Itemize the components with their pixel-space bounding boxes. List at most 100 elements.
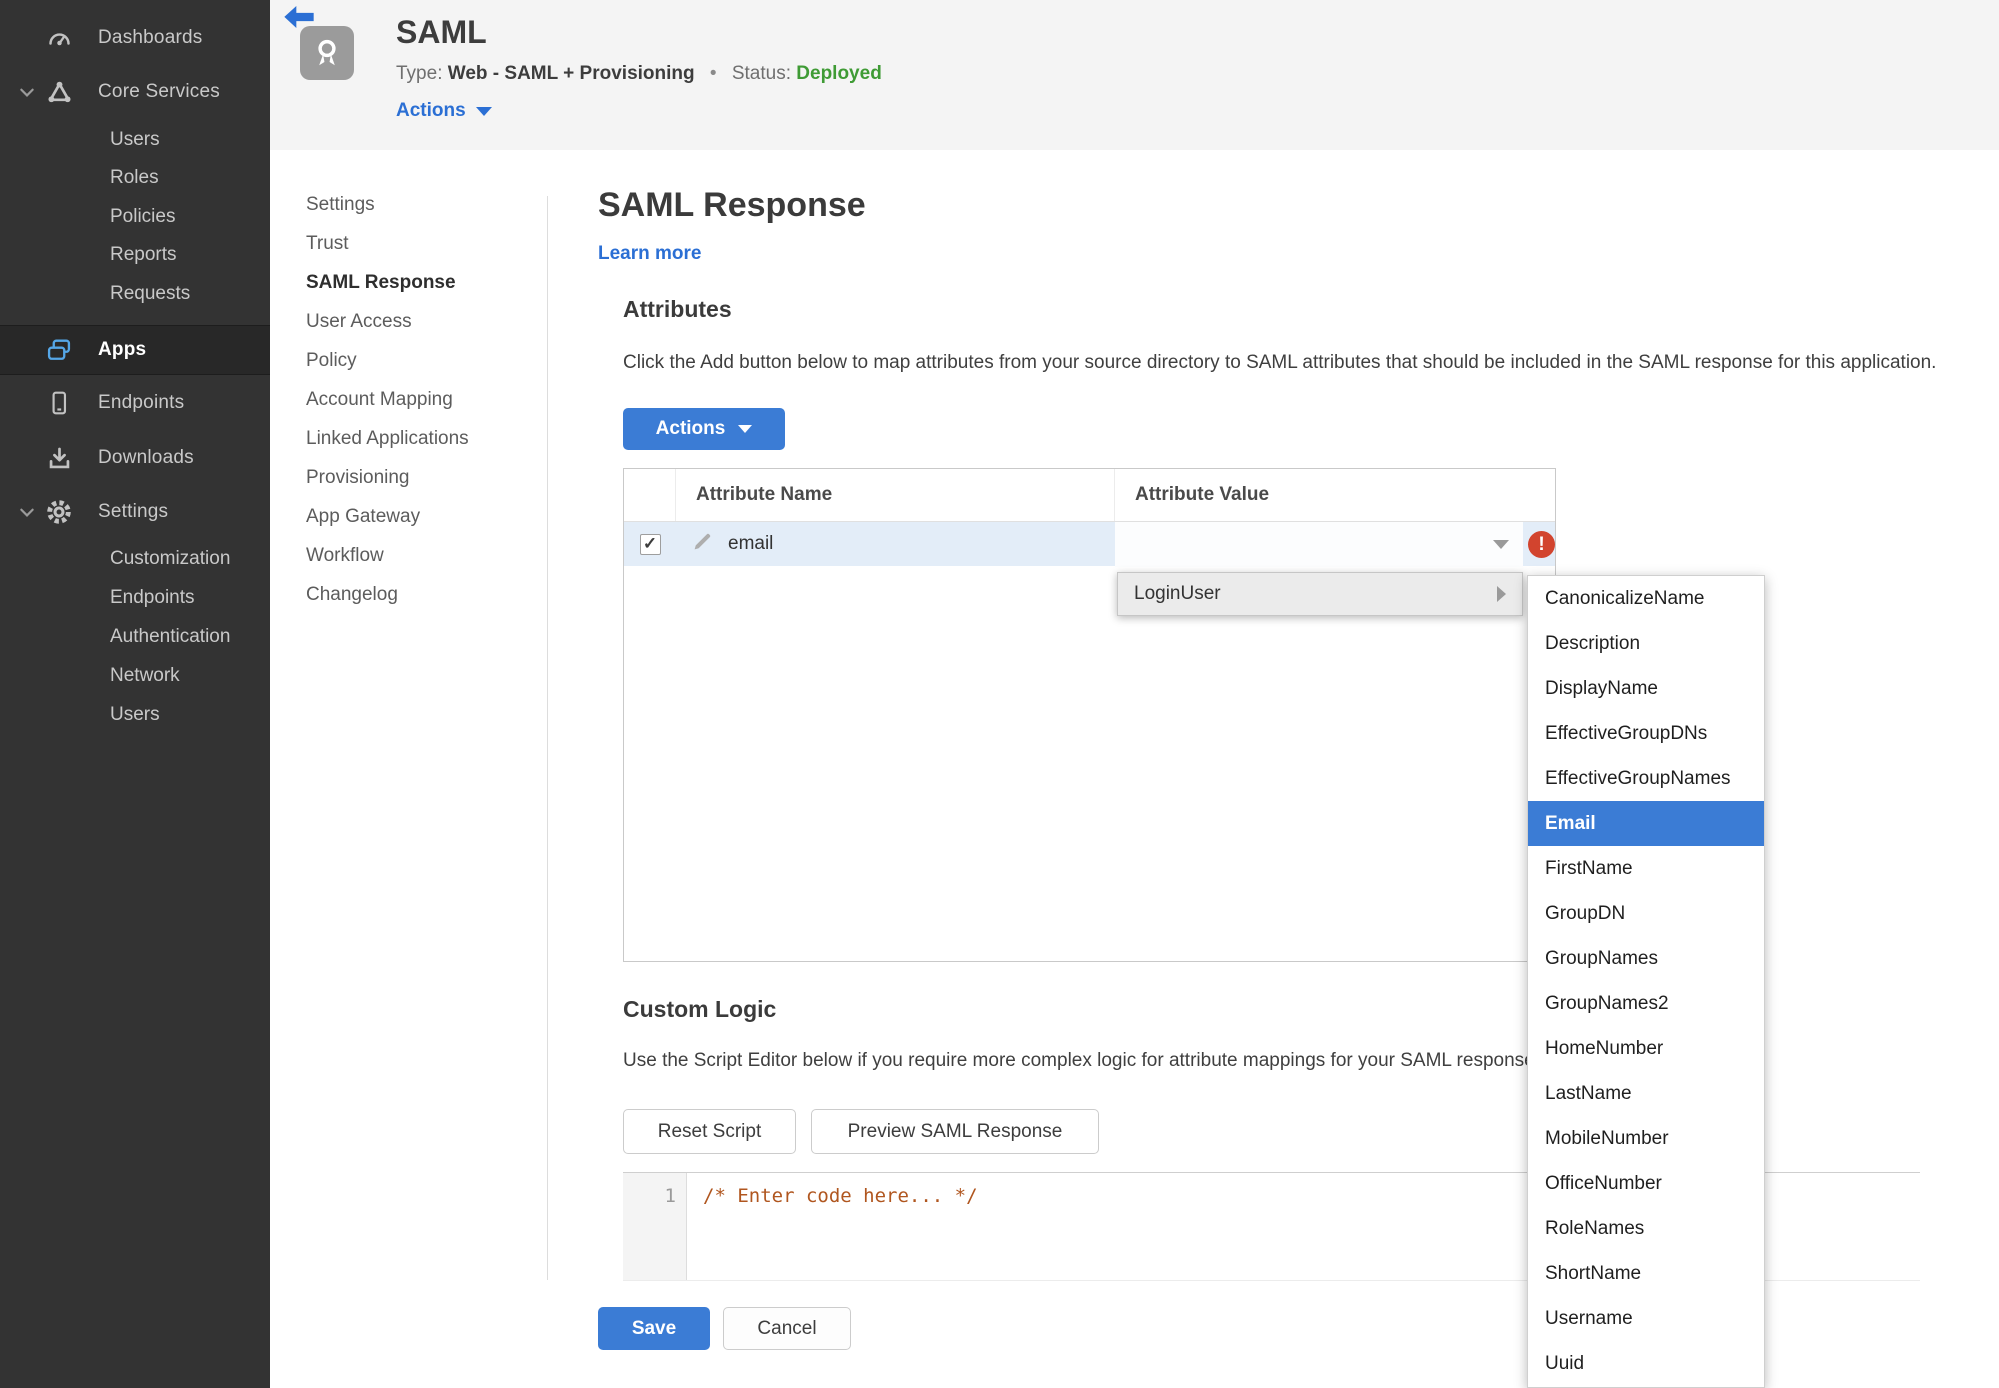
type-value: Web - SAML + Provisioning xyxy=(447,63,695,84)
editor-code[interactable]: /* Enter code here... */ xyxy=(703,1185,978,1207)
sidebar-item-roles[interactable]: Roles xyxy=(0,159,270,197)
sidebar: Dashboards Core Services Users Roles Pol… xyxy=(0,0,270,1388)
header-actions-label: Actions xyxy=(396,100,466,121)
submenu-item[interactable]: Email xyxy=(1528,801,1764,846)
sidebar-item-label: Settings xyxy=(98,501,169,522)
sidebar-item-authentication[interactable]: Authentication xyxy=(0,618,270,656)
submenu-item[interactable]: EffectiveGroupNames xyxy=(1528,756,1764,801)
subnav-item[interactable]: App Gateway xyxy=(306,497,531,536)
reset-script-button[interactable]: Reset Script xyxy=(623,1109,796,1154)
gauge-icon xyxy=(42,25,76,52)
submenu-item[interactable]: Username xyxy=(1528,1296,1764,1341)
sidebar-item-label: Endpoints xyxy=(98,392,185,413)
subnav-item[interactable]: User Access xyxy=(306,302,531,341)
subnav-item[interactable]: Settings xyxy=(306,185,531,224)
gear-icon xyxy=(42,498,76,526)
submenu-item[interactable]: FirstName xyxy=(1528,846,1764,891)
subnav-item[interactable]: Trust xyxy=(306,224,531,263)
submenu-item[interactable]: GroupDN xyxy=(1528,891,1764,936)
sidebar-item-dashboards[interactable]: Dashboards xyxy=(0,16,270,60)
sidebar-item-core-services[interactable]: Core Services xyxy=(0,70,270,114)
sidebar-item-settings[interactable]: Settings xyxy=(0,490,270,534)
submenu-arrow-icon xyxy=(1497,586,1506,602)
sidebar-item-endpoints[interactable]: Endpoints xyxy=(0,381,270,425)
admin-console: Dashboards Core Services Users Roles Pol… xyxy=(0,0,1999,1388)
submenu-item[interactable]: OfficeNumber xyxy=(1528,1161,1764,1206)
sidebar-item-label: Apps xyxy=(98,339,147,360)
submenu-item[interactable]: EffectiveGroupDNs xyxy=(1528,711,1764,756)
subnav-item[interactable]: Workflow xyxy=(306,536,531,575)
subnav-item[interactable]: Provisioning xyxy=(306,458,531,497)
edit-pencil-icon[interactable] xyxy=(692,531,713,558)
attributes-heading: Attributes xyxy=(623,296,732,322)
status-badge: Deployed xyxy=(796,63,882,84)
submenu-item[interactable]: Uuid xyxy=(1528,1341,1764,1386)
attributes-description: Click the Add button below to map attrib… xyxy=(623,352,1937,373)
app-header: SAML Type: Web - SAML + Provisioning • S… xyxy=(270,0,1999,150)
subnav-divider xyxy=(547,196,548,1280)
sidebar-item-downloads[interactable]: Downloads xyxy=(0,436,270,480)
submenu-item[interactable]: MobileNumber xyxy=(1528,1116,1764,1161)
submenu-item[interactable]: LastName xyxy=(1528,1071,1764,1116)
value-menu-loginuser[interactable]: LoginUser xyxy=(1117,572,1523,616)
core-services-icon xyxy=(42,79,76,106)
sidebar-item-reports[interactable]: Reports xyxy=(0,236,270,274)
learn-more-link[interactable]: Learn more xyxy=(598,243,701,265)
app-subnav: Settings Trust SAML Response User Access Pol… xyxy=(306,185,531,614)
sidebar-item-label: Dashboards xyxy=(98,27,203,48)
attribute-name-header: Attribute Name xyxy=(676,469,1115,521)
status-label: Status: xyxy=(731,63,791,84)
subnav-item[interactable]: Changelog xyxy=(306,575,531,614)
app-title: SAML xyxy=(396,14,487,50)
subnav-item[interactable]: Policy xyxy=(306,341,531,380)
actions-button-label: Actions xyxy=(655,418,726,439)
sidebar-item-policies[interactable]: Policies xyxy=(0,198,270,236)
custom-logic-heading: Custom Logic xyxy=(623,996,777,1022)
submenu-item[interactable]: CanonicalizeName xyxy=(1528,576,1764,621)
sidebar-item-label: Downloads xyxy=(98,447,194,468)
line-number: 1 xyxy=(664,1185,676,1207)
attribute-value-select[interactable] xyxy=(1115,522,1523,567)
page-title: SAML Response xyxy=(598,186,866,224)
type-label: Type: xyxy=(396,63,443,84)
sidebar-item-endpoints-settings[interactable]: Endpoints xyxy=(0,579,270,617)
sidebar-item-apps[interactable]: Apps xyxy=(0,325,270,375)
editor-gutter: 1 xyxy=(623,1173,687,1280)
sidebar-item-users-settings[interactable]: Users xyxy=(0,696,270,734)
submenu-item[interactable]: Description xyxy=(1528,621,1764,666)
loginuser-label: LoginUser xyxy=(1134,583,1221,604)
submenu-item[interactable]: RoleNames xyxy=(1528,1206,1764,1251)
submenu-item[interactable]: HomeNumber xyxy=(1528,1026,1764,1071)
attributes-actions-button[interactable]: Actions xyxy=(623,408,785,450)
submenu-item[interactable]: ShortName xyxy=(1528,1251,1764,1296)
custom-logic-description: Use the Script Editor below if you requi… xyxy=(623,1050,1540,1071)
save-button[interactable]: Save xyxy=(598,1307,710,1350)
sidebar-item-network[interactable]: Network xyxy=(0,657,270,695)
subnav-item[interactable]: SAML Response xyxy=(306,263,531,302)
app-icon xyxy=(300,26,354,80)
sidebar-item-requests[interactable]: Requests xyxy=(0,275,270,313)
sidebar-item-customization[interactable]: Customization xyxy=(0,540,270,578)
select-caret-icon xyxy=(1493,540,1509,549)
sidebar-item-users[interactable]: Users xyxy=(0,121,270,159)
checkbox-column-header xyxy=(624,469,676,521)
submenu-item[interactable]: GroupNames xyxy=(1528,936,1764,981)
chevron-down-icon xyxy=(12,83,42,101)
phone-icon xyxy=(42,390,76,416)
separator-dot: • xyxy=(709,63,717,84)
download-icon xyxy=(42,445,76,472)
ribbon-icon xyxy=(318,39,336,66)
sidebar-item-label: Core Services xyxy=(98,81,220,102)
submenu-item[interactable]: GroupNames2 xyxy=(1528,981,1764,1026)
subnav-item[interactable]: Linked Applications xyxy=(306,419,531,458)
table-header-row: Attribute Name Attribute Value xyxy=(624,469,1555,521)
preview-saml-response-button[interactable]: Preview SAML Response xyxy=(811,1109,1099,1154)
cancel-button[interactable]: Cancel xyxy=(723,1307,851,1350)
row-checkbox[interactable]: ✓ xyxy=(639,533,661,555)
attribute-value-header: Attribute Value xyxy=(1135,484,1270,505)
caret-down-icon xyxy=(738,425,753,433)
header-actions-dropdown[interactable]: Actions xyxy=(396,100,492,122)
submenu-item[interactable]: DisplayName xyxy=(1528,666,1764,711)
caret-down-icon xyxy=(475,106,492,116)
subnav-item[interactable]: Account Mapping xyxy=(306,380,531,419)
